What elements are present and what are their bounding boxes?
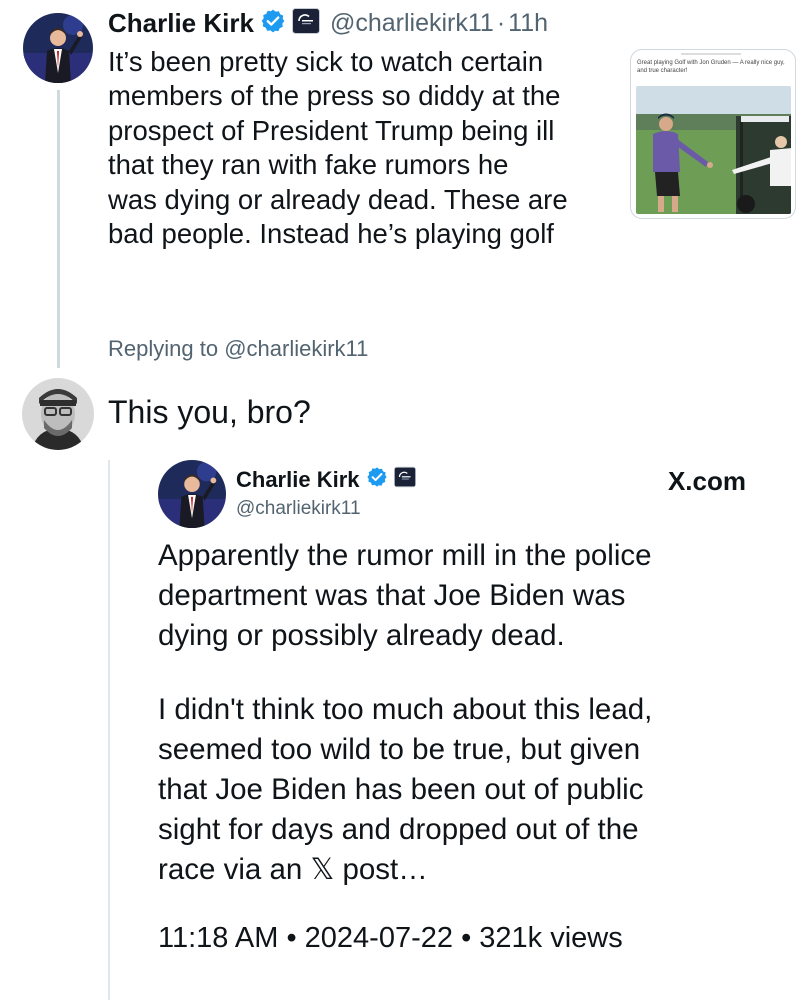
quoted-line: that Joe Biden has been out of public <box>158 773 644 806</box>
avatar-image <box>158 460 226 528</box>
reply-text: This you, bro? <box>108 394 311 430</box>
main-author-handle[interactable]: @charliekirk11 <box>330 9 494 38</box>
header-separator: · <box>496 9 506 37</box>
quoted-author-avatar[interactable] <box>158 460 226 528</box>
main-tweet-header: Charlie Kirk @charliekirk11 · 11h <box>108 8 548 39</box>
quoted-line: I didn't think too much about this lead, <box>158 693 653 726</box>
main-author-avatar[interactable] <box>23 13 93 83</box>
meta-separator: • <box>461 922 472 954</box>
quoted-time: 11:18 AM <box>158 922 279 954</box>
quoted-paragraph-1: Apparently the rumor mill in the police … <box>158 536 652 656</box>
quoted-author-handle[interactable]: @charliekirk11 <box>236 498 361 520</box>
thread-connector-line <box>57 90 60 368</box>
affiliation-badge-icon[interactable] <box>393 466 416 493</box>
affiliation-badge-icon[interactable] <box>291 8 320 39</box>
media-caption: Great playing Golf with Jon Gruden — A r… <box>637 60 785 74</box>
quoted-line: sight for days and dropped out of the <box>158 813 639 846</box>
x-com-logo: X.com <box>667 466 746 496</box>
quoted-line: seemed too wild to be true, but given <box>158 733 641 766</box>
golf-photo-image <box>636 86 791 214</box>
main-tweet-line: It’s been pretty sick to watch certain <box>108 46 544 77</box>
main-tweet-line: was dying or already dead. These are <box>108 183 568 215</box>
quoted-date: 2024-07-22 <box>304 922 454 954</box>
quoted-tweet-header: Charlie Kirk <box>236 466 416 493</box>
replying-label: Replying to <box>108 336 219 361</box>
quoted-line: race via an 𝕏 post… <box>158 853 428 886</box>
verified-badge-icon <box>366 466 388 493</box>
replying-to: Replying to @charliekirk11 <box>108 336 368 362</box>
main-tweet-line: that they ran with fake rumors he <box>108 149 509 181</box>
media-attachment[interactable]: Great playing Golf with Jon Gruden — A r… <box>630 49 796 219</box>
reply-author-avatar[interactable] <box>22 378 94 450</box>
quoted-views: 321k views <box>479 922 623 954</box>
main-tweet-text: It’s been pretty sick to watch certain m… <box>108 45 568 251</box>
main-tweet-time[interactable]: 11h <box>508 9 548 38</box>
quoted-line: department was that Joe Biden was <box>158 579 626 612</box>
replying-handle-link[interactable]: @charliekirk11 <box>224 336 368 361</box>
media-header-bar <box>681 53 741 55</box>
main-author-name[interactable]: Charlie Kirk <box>108 8 254 39</box>
main-tweet-line: prospect of President Trump being ill <box>108 114 555 146</box>
quoted-paragraph-2: I didn't think too much about this lead,… <box>158 690 652 890</box>
avatar-image <box>23 13 93 83</box>
verified-badge-icon <box>260 8 286 39</box>
avatar-image <box>22 378 94 450</box>
quoted-line: Apparently the rumor mill in the police <box>158 539 652 572</box>
main-tweet-line: bad people. Instead he’s playing golf <box>108 218 554 250</box>
quoted-author-name[interactable]: Charlie Kirk <box>236 467 360 493</box>
meta-separator: • <box>286 922 297 954</box>
quoted-tweet-meta: 11:18 AM • 2024-07-22 • 321k views <box>158 922 623 955</box>
quote-left-border <box>108 460 110 1000</box>
media-photo <box>636 86 791 214</box>
main-tweet-line: members of the press so diddy at the <box>108 80 561 112</box>
quoted-line: dying or possibly already dead. <box>158 619 565 652</box>
